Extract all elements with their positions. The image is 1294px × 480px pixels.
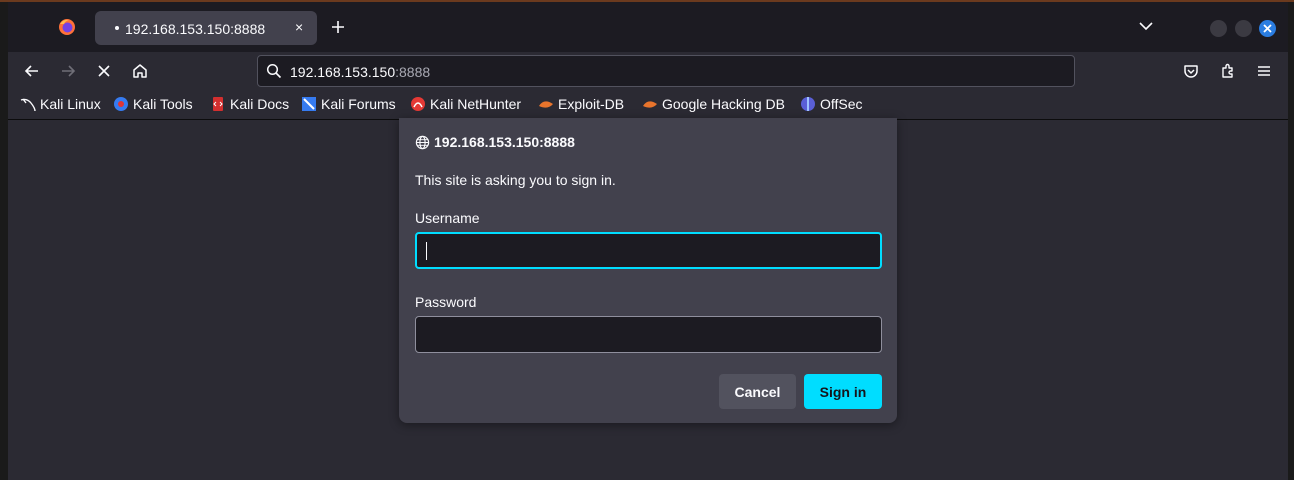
tab-strip: 192.168.153.150:8888 × <box>8 2 1288 52</box>
forward-arrow-icon[interactable] <box>59 62 77 80</box>
bookmark-kali-nethunter[interactable]: Kali NetHunter <box>410 96 521 112</box>
search-icon <box>266 63 282 79</box>
offsec-icon <box>801 97 815 111</box>
bookmark-label: Kali Docs <box>230 96 290 112</box>
bookmark-label: Kali NetHunter <box>430 96 522 112</box>
bookmark-label: Exploit-DB <box>558 96 625 112</box>
kali-docs-icon <box>213 97 223 111</box>
globe-icon <box>415 135 430 149</box>
tab-title: 192.168.153.150:8888 <box>125 21 266 37</box>
back-arrow-icon[interactable] <box>23 62 41 80</box>
username-label: Username <box>415 210 480 226</box>
bookmark-label: Kali Linux <box>40 96 101 112</box>
url-port: :8888 <box>395 64 431 80</box>
home-icon[interactable] <box>131 62 149 80</box>
bookmark-kali-linux[interactable]: Kali Linux <box>20 96 101 112</box>
nethunter-icon <box>411 97 425 111</box>
text-caret <box>426 242 427 260</box>
browser-window: 192.168.153.150:8888 × 192.168.153.150:8… <box>8 2 1288 480</box>
ghdb-icon <box>643 101 657 108</box>
pocket-icon[interactable] <box>1182 62 1200 80</box>
bookmarks-toolbar: Kali Linux Kali Tools Kali Docs Kali For… <box>8 90 1288 120</box>
url-host: 192.168.153.150 <box>290 64 396 80</box>
bookmark-exploit-db[interactable]: Exploit-DB <box>538 96 624 112</box>
close-window-button[interactable] <box>1259 20 1276 37</box>
minimize-button[interactable] <box>1210 20 1227 37</box>
extensions-puzzle-icon[interactable] <box>1219 62 1237 80</box>
exploit-db-icon <box>539 101 553 108</box>
firefox-logo-icon[interactable] <box>58 18 76 36</box>
address-bar[interactable]: 192.168.153.150:8888 <box>257 55 1075 87</box>
menu-hamburger-icon[interactable] <box>1255 62 1273 80</box>
dialog-host-text: 192.168.153.150:8888 <box>434 134 575 150</box>
dialog-message: This site is asking you to sign in. <box>415 172 616 188</box>
kali-tools-icon <box>114 97 128 111</box>
bookmark-kali-forums[interactable]: Kali Forums <box>301 96 396 112</box>
tab-loading-dot <box>115 26 119 30</box>
tab-close-icon[interactable]: × <box>295 20 309 34</box>
stop-loading-icon[interactable] <box>95 62 113 80</box>
new-tab-plus-icon[interactable] <box>330 19 346 35</box>
auth-dialog: 192.168.153.150:8888 This site is asking… <box>399 118 897 423</box>
maximize-button[interactable] <box>1235 20 1252 37</box>
close-icon <box>1263 24 1272 33</box>
sign-in-button[interactable]: Sign in <box>804 374 882 409</box>
username-field[interactable] <box>415 232 882 269</box>
bookmark-kali-docs[interactable]: Kali Docs <box>210 96 289 112</box>
bookmark-google-hacking-db[interactable]: Google Hacking DB <box>642 96 785 112</box>
bookmark-label: OffSec <box>820 96 863 112</box>
bookmark-kali-tools[interactable]: Kali Tools <box>113 96 193 112</box>
list-all-tabs-chevron-icon[interactable] <box>1139 21 1153 31</box>
cancel-button[interactable]: Cancel <box>719 374 796 409</box>
kali-dragon-icon <box>20 98 36 112</box>
bookmark-label: Google Hacking DB <box>662 96 785 112</box>
bookmark-label: Kali Forums <box>321 96 396 112</box>
navigation-toolbar: 192.168.153.150:8888 <box>8 52 1288 90</box>
url-text: 192.168.153.150:8888 <box>290 64 430 80</box>
kali-forums-icon <box>302 97 316 111</box>
bookmark-label: Kali Tools <box>133 96 193 112</box>
dialog-host: 192.168.153.150:8888 <box>415 134 575 150</box>
password-field[interactable] <box>415 316 882 353</box>
bookmark-offsec[interactable]: OffSec <box>800 96 863 112</box>
password-label: Password <box>415 294 477 310</box>
tab-active[interactable]: 192.168.153.150:8888 × <box>95 11 317 45</box>
